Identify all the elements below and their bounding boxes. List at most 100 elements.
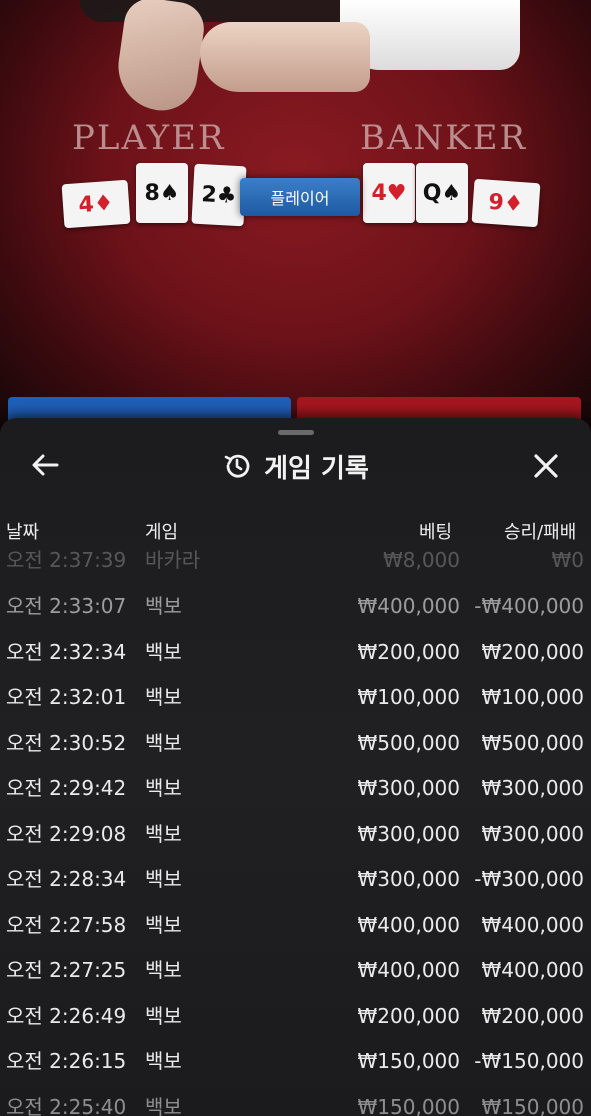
row-time: 오전 2:30:52 (6, 731, 127, 755)
row-time: 오전 2:25:40 (6, 1095, 127, 1116)
history-icon (224, 454, 250, 478)
row-game: 바카라 (145, 548, 201, 572)
history-row[interactable]: 오전 2:29:08 백보 ₩300,000 ₩300,000 (0, 812, 591, 857)
card-suit: ♠ (441, 180, 462, 206)
history-row[interactable]: 오전 2:27:25 백보 ₩400,000 ₩400,000 (0, 948, 591, 993)
card-suit: ♠ (159, 180, 180, 206)
card-rank: 4 (371, 180, 387, 206)
round-result-badge: 플레이어 (240, 178, 360, 216)
card-rank: 8 (144, 180, 160, 206)
history-row[interactable]: 오전 2:32:34 백보 ₩200,000 ₩200,000 (0, 630, 591, 675)
row-game: 백보 (145, 731, 182, 755)
row-time: 오전 2:27:58 (6, 913, 127, 937)
row-game: 백보 (145, 685, 182, 709)
row-result: ₩500,000 (481, 731, 584, 755)
history-row[interactable]: 오전 2:25:40 백보 ₩150,000 ₩150,000 (0, 1085, 591, 1116)
history-row[interactable]: 오전 2:28:34 백보 ₩300,000 -₩300,000 (0, 857, 591, 902)
player-card-2: 8 ♠ (136, 163, 188, 223)
row-time: 오전 2:26:15 (6, 1049, 127, 1073)
drag-handle[interactable] (278, 430, 314, 435)
history-row[interactable]: 오전 2:26:15 백보 ₩150,000 -₩150,000 (0, 1039, 591, 1084)
panel-header: 게임 기록 (0, 448, 591, 484)
history-row[interactable]: 오전 2:33:07 백보 ₩400,000 -₩400,000 (0, 584, 591, 629)
card-suit: ♥ (386, 180, 407, 206)
row-time: 오전 2:29:42 (6, 776, 127, 800)
card-rank: Q (422, 180, 442, 206)
row-time: 오전 2:28:34 (6, 867, 127, 891)
history-row[interactable]: 오전 2:26:49 백보 ₩200,000 ₩200,000 (0, 994, 591, 1039)
close-icon (534, 454, 558, 478)
row-result: ₩150,000 (481, 1095, 584, 1116)
row-game: 백보 (145, 958, 182, 982)
panel-title: 게임 기록 (264, 453, 369, 484)
row-result: ₩200,000 (481, 1004, 584, 1028)
banker-card-3: 9 ♦ (471, 178, 541, 228)
row-bet: ₩400,000 (357, 913, 460, 937)
card-rank: 4 (77, 191, 95, 218)
row-result: -₩300,000 (474, 867, 584, 891)
row-result: ₩200,000 (481, 640, 584, 664)
column-header-bet[interactable]: 베팅 (419, 518, 452, 544)
row-bet: ₩300,000 (357, 867, 460, 891)
history-row[interactable]: 오전 2:37:39 바카라 ₩8,000 ₩0 (0, 546, 591, 583)
row-bet: ₩300,000 (357, 776, 460, 800)
card-rank: 2 (200, 181, 218, 208)
close-button[interactable] (528, 448, 564, 484)
row-result: -₩150,000 (474, 1049, 584, 1073)
row-time: 오전 2:33:07 (6, 594, 127, 618)
row-game: 백보 (145, 1095, 182, 1116)
row-bet: ₩400,000 (357, 958, 460, 982)
row-game: 백보 (145, 1049, 182, 1073)
history-row[interactable]: 오전 2:29:42 백보 ₩300,000 ₩300,000 (0, 766, 591, 811)
row-result: ₩400,000 (481, 958, 584, 982)
row-game: 백보 (145, 640, 182, 664)
column-header-result[interactable]: 승리/패배 (504, 518, 576, 544)
column-header-game[interactable]: 게임 (145, 518, 178, 544)
game-history-panel: 게임 기록 날짜 게임 베팅 승리/패배 오전 2:37:39 바카라 ₩8,0… (0, 418, 591, 1116)
row-game: 백보 (145, 594, 182, 618)
dealer-right-hand (200, 22, 370, 92)
dealer-left-hand (112, 0, 208, 116)
card-suit: ♦ (502, 190, 525, 217)
row-time: 오전 2:27:25 (6, 958, 127, 982)
column-header-date[interactable]: 날짜 (6, 518, 39, 544)
row-game: 백보 (145, 867, 182, 891)
player-card-3: 2 ♣ (191, 163, 247, 227)
row-bet: ₩300,000 (357, 822, 460, 846)
row-game: 백보 (145, 776, 182, 800)
card-suit: ♣ (216, 182, 238, 209)
row-game: 백보 (145, 822, 182, 846)
row-bet: ₩200,000 (357, 1004, 460, 1028)
row-result: ₩400,000 (481, 913, 584, 937)
row-time: 오전 2:37:39 (6, 548, 127, 572)
history-row[interactable]: 오전 2:27:58 백보 ₩400,000 ₩400,000 (0, 903, 591, 948)
row-bet: ₩150,000 (357, 1095, 460, 1116)
live-table-video: PLAYER BANKER 4 ♦ 8 ♠ 2 ♣ 4 ♥ Q ♠ 9 ♦ 플레이어 (0, 0, 591, 430)
back-button[interactable] (28, 448, 62, 482)
row-result: -₩400,000 (474, 594, 584, 618)
player-card-1: 4 ♦ (61, 179, 131, 229)
history-list[interactable]: 오전 2:37:39 바카라 ₩8,000 ₩0 오전 2:33:07 백보 ₩… (0, 546, 591, 1116)
row-bet: ₩100,000 (357, 685, 460, 709)
history-row[interactable]: 오전 2:32:01 백보 ₩100,000 ₩100,000 (0, 675, 591, 720)
row-time: 오전 2:32:01 (6, 685, 127, 709)
row-result: ₩300,000 (481, 776, 584, 800)
row-bet: ₩150,000 (357, 1049, 460, 1073)
row-result: ₩0 (551, 548, 585, 572)
row-bet: ₩500,000 (357, 731, 460, 755)
row-game: 백보 (145, 913, 182, 937)
card-rank: 9 (487, 189, 505, 216)
row-game: 백보 (145, 1004, 182, 1028)
history-row[interactable]: 오전 2:30:52 백보 ₩500,000 ₩500,000 (0, 721, 591, 766)
row-result: ₩300,000 (481, 822, 584, 846)
banker-card-2: Q ♠ (416, 163, 468, 223)
row-time: 오전 2:29:08 (6, 822, 127, 846)
row-bet: ₩400,000 (357, 594, 460, 618)
banker-side-label: BANKER (360, 118, 528, 158)
row-result: ₩100,000 (481, 685, 584, 709)
card-suit: ♦ (92, 190, 115, 217)
player-side-label: PLAYER (72, 118, 226, 158)
row-bet: ₩8,000 (382, 548, 460, 572)
row-time: 오전 2:26:49 (6, 1004, 127, 1028)
back-arrow-icon (32, 454, 59, 476)
